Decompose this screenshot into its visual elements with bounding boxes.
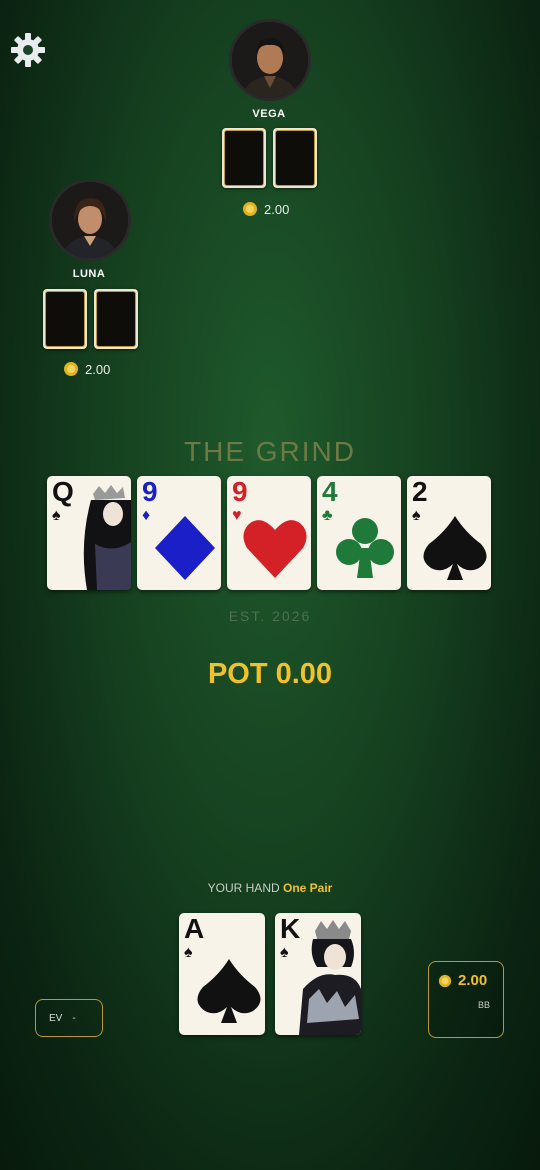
hand-strength-label: YOUR HAND One Pair bbox=[0, 881, 540, 895]
chip-icon bbox=[438, 974, 452, 987]
vega-card-back-2 bbox=[273, 128, 317, 188]
spade-icon: ♠ bbox=[280, 944, 289, 961]
card-rank: 2 bbox=[412, 476, 428, 507]
avatar-portrait bbox=[52, 182, 128, 258]
board-card-2: 9 ♦ bbox=[137, 476, 221, 590]
board-card-1: Q ♠ bbox=[47, 476, 131, 590]
hand-label: YOUR HAND bbox=[207, 881, 280, 895]
hand-value: One Pair bbox=[283, 881, 333, 895]
spade-icon: ♠ bbox=[184, 944, 193, 961]
hero-stack-box: 2.00 BB bbox=[428, 961, 504, 1038]
vega-card-back-1 bbox=[222, 128, 266, 188]
board-card-4: 4 ♣ bbox=[317, 476, 401, 590]
chip-icon bbox=[64, 362, 78, 376]
ev-indicator: EV - bbox=[35, 999, 103, 1037]
hero-stack-unit: BB bbox=[477, 1000, 490, 1010]
established-label: EST. 2026 bbox=[228, 608, 312, 624]
hero-card-1[interactable]: A ♠ bbox=[179, 913, 265, 1035]
king-portrait bbox=[299, 920, 361, 1035]
ev-label: EV bbox=[49, 1012, 63, 1024]
settings-button[interactable] bbox=[8, 30, 48, 70]
avatar-vega[interactable] bbox=[229, 19, 311, 101]
luna-stack-amount: 2.00 bbox=[85, 361, 111, 377]
card-rank: 4 bbox=[322, 476, 338, 507]
avatar-portrait bbox=[232, 22, 308, 98]
chip-icon bbox=[243, 202, 257, 216]
player-name-luna: LUNA bbox=[72, 268, 106, 280]
spade-icon: ♠ bbox=[52, 507, 61, 524]
vega-stack: 2.00 bbox=[242, 201, 289, 217]
hero-card-2[interactable]: K ♠ bbox=[275, 913, 361, 1035]
player-name-vega: VEGA bbox=[252, 108, 286, 120]
pot-label: POT 0.00 bbox=[207, 658, 333, 690]
luna-card-back-2 bbox=[94, 289, 138, 349]
board-card-3: 9 ♥ bbox=[227, 476, 311, 590]
card-rank: Q bbox=[52, 476, 74, 507]
diamond-icon bbox=[155, 516, 215, 580]
diamond-icon: ♦ bbox=[142, 507, 151, 524]
gear-icon bbox=[11, 33, 45, 67]
card-rank: A bbox=[184, 913, 205, 944]
card-rank: 9 bbox=[232, 476, 248, 507]
spade-icon bbox=[423, 516, 487, 580]
avatar-luna[interactable] bbox=[49, 179, 131, 261]
vega-stack-amount: 2.00 bbox=[264, 201, 290, 217]
queen-portrait bbox=[83, 485, 131, 590]
luna-stack: 2.00 bbox=[63, 361, 110, 377]
ev-value: - bbox=[72, 1012, 76, 1024]
heart-icon bbox=[243, 520, 307, 578]
card-rank: K bbox=[280, 913, 301, 944]
spade-icon bbox=[197, 959, 261, 1023]
spade-icon: ♠ bbox=[412, 507, 421, 524]
hero-stack-amount: 2.00 bbox=[458, 972, 488, 989]
board-card-5: 2 ♠ bbox=[407, 476, 491, 590]
luna-card-back-1 bbox=[43, 289, 87, 349]
club-icon bbox=[336, 518, 394, 578]
card-rank: 9 bbox=[142, 476, 158, 507]
table-title: THE GRIND bbox=[184, 436, 356, 467]
